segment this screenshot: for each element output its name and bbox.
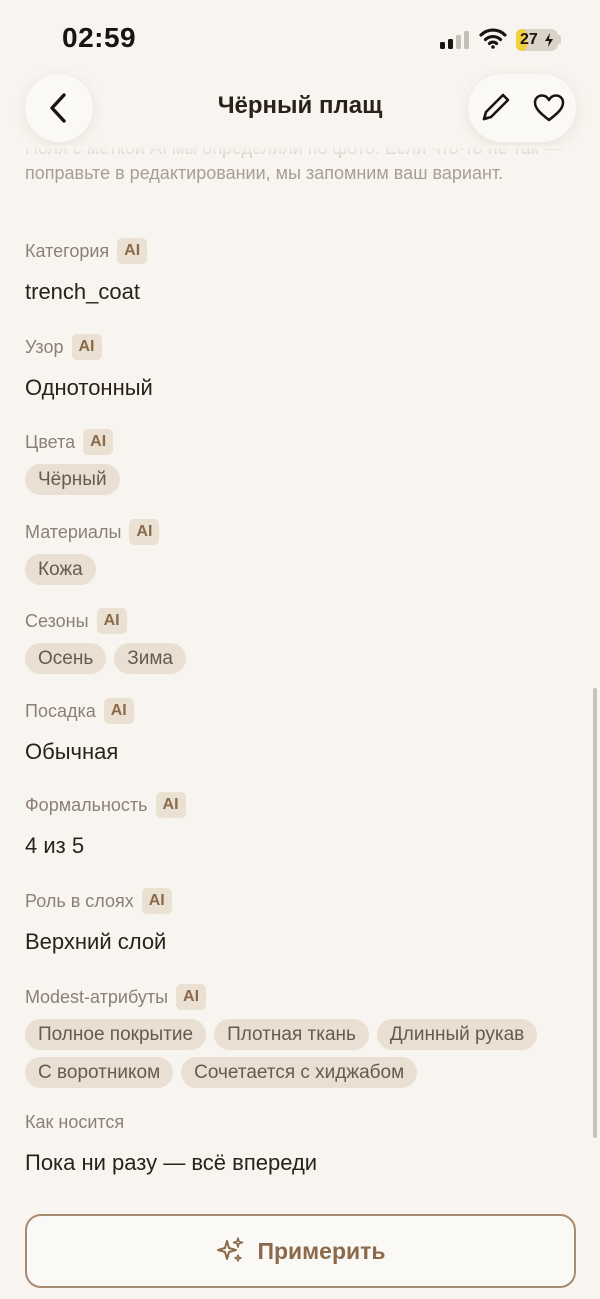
battery-cap: [558, 35, 561, 44]
try-on-button[interactable]: Примерить: [25, 1214, 576, 1288]
chip: Осень: [25, 643, 107, 674]
ai-badge: AI: [83, 429, 114, 455]
details-scroll-area[interactable]: Поля с меткой AI мы определили по фото. …: [0, 146, 600, 1206]
field-value: trench_coat: [25, 279, 140, 304]
ai-badge: AI: [176, 984, 207, 1010]
battery-level: 27: [520, 31, 538, 48]
ai-badge: AI: [71, 334, 102, 360]
sparkles-icon: [217, 1237, 244, 1262]
field-label: Modest-атрибуты: [25, 986, 169, 1007]
battery-icon: 27: [516, 29, 558, 51]
field-label: Как носится: [25, 1111, 125, 1132]
try-on-label: Примерить: [257, 1237, 386, 1264]
chip: Длинный рукав: [376, 1019, 538, 1050]
page-title: Чёрный плащ: [217, 92, 383, 119]
content-fade: [0, 146, 600, 168]
field-materials: Материалы AI Кожа: [25, 517, 585, 585]
ai-badge: AI: [155, 792, 186, 818]
chip: Плотная ткань: [214, 1019, 369, 1050]
field-value: Пока ни разу — всё впереди: [25, 1150, 318, 1175]
favorite-button[interactable]: [522, 74, 576, 142]
chip: Чёрный: [25, 464, 120, 495]
field-worn: Как носится Пока ни разу — всё впереди: [25, 1107, 585, 1177]
field-label: Материалы: [25, 521, 122, 542]
field-formality: Формальность AI 4 из 5: [25, 790, 585, 860]
field-colors: Цвета AI Чёрный: [25, 427, 585, 495]
ai-badge: AI: [141, 888, 172, 914]
back-button[interactable]: [25, 74, 93, 142]
field-seasons: Сезоны AI Осень Зима: [25, 606, 585, 674]
chip: Зима: [114, 643, 186, 674]
edit-button[interactable]: [468, 74, 522, 142]
field-label: Узор: [25, 336, 64, 357]
chip: С воротником: [25, 1057, 174, 1088]
field-value: 4 из 5: [25, 833, 85, 858]
field-label: Роль в слоях: [25, 890, 134, 911]
pencil-icon: [482, 93, 510, 121]
wifi-icon: [479, 28, 507, 49]
field-layer-role: Роль в слоях AI Верхний слой: [25, 886, 585, 956]
scrollbar[interactable]: [593, 688, 597, 1138]
field-label: Формальность: [25, 794, 148, 815]
field-label: Цвета: [25, 431, 76, 452]
chip: Полное покрытие: [25, 1019, 207, 1050]
field-value: Однотонный: [25, 375, 153, 400]
heart-icon: [533, 94, 565, 122]
chevron-left-icon: [50, 93, 66, 123]
ai-badge: AI: [96, 608, 127, 634]
ai-badge: AI: [129, 519, 160, 545]
status-bar: 02:59 27: [0, 0, 600, 70]
field-label: Посадка: [25, 700, 96, 721]
field-fit: Посадка AI Обычная: [25, 696, 585, 766]
cellular-signal-icon: [440, 31, 470, 49]
nav-bar: Чёрный плащ: [0, 70, 600, 146]
item-actions: [468, 74, 576, 142]
chip: Сочетается с хиджабом: [181, 1057, 418, 1088]
field-category: Категория AI trench_coat: [25, 236, 585, 306]
chip: Кожа: [25, 554, 96, 585]
field-label: Категория: [25, 240, 110, 261]
field-label: Сезоны: [25, 610, 89, 631]
ai-badge: AI: [103, 698, 134, 724]
field-value: Обычная: [25, 739, 119, 764]
field-value: Верхний слой: [25, 929, 167, 954]
ai-badge: AI: [117, 238, 148, 264]
status-time: 02:59: [62, 22, 137, 53]
field-pattern: Узор AI Однотонный: [25, 332, 585, 402]
field-modest: Modest-атрибуты AI Полное покрытие Плотна…: [25, 982, 585, 1088]
